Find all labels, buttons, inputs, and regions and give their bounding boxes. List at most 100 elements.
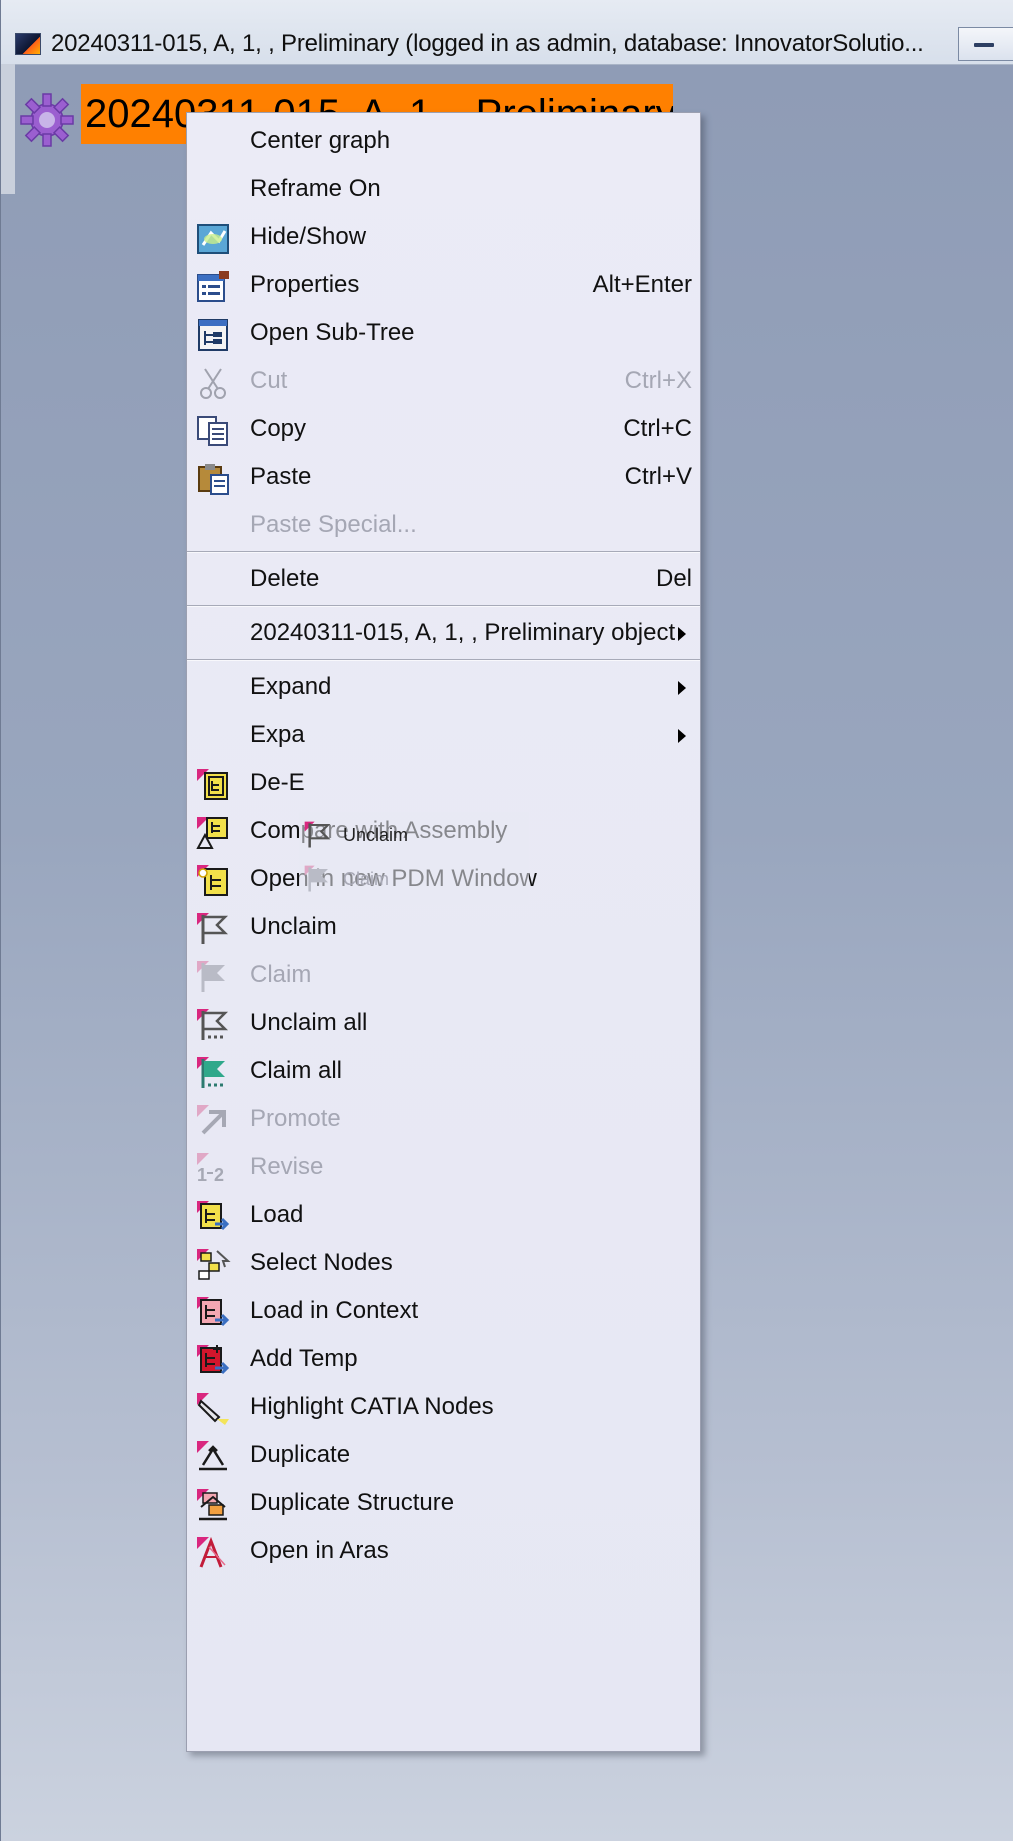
menu-item-label: Revise — [250, 1153, 324, 1180]
submenu-arrow-icon — [678, 729, 686, 743]
menu-item-select-nodes[interactable]: Select Nodes — [187, 1237, 700, 1291]
title-bar[interactable]: 20240311-015, A, 1, , Preliminary (logge… — [1, 0, 1013, 65]
menu-item-shortcut: Ctrl+C — [623, 415, 692, 442]
unclaim-all-flag-icon — [195, 1007, 231, 1043]
sub-tree-icon — [195, 317, 231, 353]
menu-separator — [187, 659, 700, 661]
menu-item-label: Properties — [250, 271, 360, 298]
add-temp-icon — [195, 1343, 231, 1379]
menu-item-label: Open in Aras — [250, 1537, 389, 1564]
aras-icon — [195, 1535, 231, 1571]
menu-item-label: Reframe On — [250, 175, 381, 202]
window-title: 20240311-015, A, 1, , Preliminary (logge… — [51, 30, 924, 57]
menu-item-label: Delete — [250, 565, 320, 592]
menu-item-label: Promote — [250, 1105, 341, 1132]
menu-item-shortcut: Ctrl+X — [624, 367, 692, 394]
duplicate-icon — [195, 1439, 231, 1475]
menu-item-promote: Promote — [187, 1093, 700, 1147]
unclaim-flag-icon — [195, 911, 231, 947]
revise-icon: 12 — [195, 1151, 231, 1187]
menu-item-label: Load — [250, 1201, 304, 1228]
ghost-submenu: Unclaim Claim — [299, 812, 529, 904]
menu-item-label: Hide/Show — [250, 223, 367, 250]
duplicate-structure-icon — [195, 1487, 231, 1523]
menu-item-expa[interactable]: Expa — [187, 709, 700, 763]
load-context-icon — [195, 1295, 231, 1331]
context-menu: Center graph Reframe On Hide/Show Propertie… — [186, 112, 701, 1752]
menu-item-cut: Cut Ctrl+X — [187, 355, 700, 409]
minimize-button[interactable] — [958, 27, 1013, 61]
compare-assembly-icon — [195, 815, 231, 851]
menu-item-paste[interactable]: Paste Ctrl+V — [187, 451, 700, 505]
claim-flag-icon — [195, 959, 231, 995]
menu-item-add-temp[interactable]: Add Temp — [187, 1333, 700, 1387]
menu-item-label: Claim all — [250, 1057, 343, 1084]
menu-item-label: Unclaim all — [250, 1009, 368, 1036]
menu-item-shortcut: Ctrl+V — [624, 463, 692, 490]
unclaim-flag-icon — [303, 820, 333, 850]
svg-text:2: 2 — [214, 1165, 224, 1185]
paste-icon — [195, 461, 231, 497]
menu-item-label: Duplicate Structure — [250, 1489, 455, 1516]
gear-icon[interactable] — [19, 92, 75, 148]
properties-icon — [195, 269, 231, 305]
menu-item-label: Paste Special... — [250, 511, 417, 538]
menu-item-shortcut: Alt+Enter — [592, 271, 692, 298]
menu-item-unclaim-all[interactable]: Unclaim all — [187, 997, 700, 1051]
minimize-icon — [974, 43, 994, 47]
menu-item-label: 20240311-015, A, 1, , Preliminary object — [250, 619, 676, 646]
highlighter-icon — [195, 1391, 231, 1427]
menu-item-label: Duplicate — [250, 1441, 351, 1468]
scissors-icon — [195, 365, 231, 401]
pdm-graph-window: 20240311-015, A, 1, , Preliminary (logge… — [0, 0, 1013, 1841]
menu-item-unclaim[interactable]: Unclaim — [187, 901, 700, 955]
menu-item-load-in-context[interactable]: Load in Context — [187, 1285, 700, 1339]
menu-item-highlight-catia-nodes[interactable]: Highlight CATIA Nodes — [187, 1381, 700, 1435]
select-nodes-icon — [195, 1247, 231, 1283]
menu-item-open-sub-tree[interactable]: Open Sub-Tree — [187, 307, 700, 361]
promote-arrow-icon — [195, 1103, 231, 1139]
menu-separator — [187, 551, 700, 553]
menu-item-hide-show[interactable]: Hide/Show — [187, 211, 700, 265]
menu-item-label: Highlight CATIA Nodes — [250, 1393, 494, 1420]
menu-item-label: Select Nodes — [250, 1249, 393, 1276]
menu-item-claim-all[interactable]: Claim all — [187, 1045, 700, 1099]
menu-item-label: Expa — [250, 721, 305, 748]
hide-show-icon — [195, 221, 231, 257]
submenu-arrow-icon — [678, 681, 686, 695]
menu-item-open-in-aras[interactable]: Open in Aras — [187, 1525, 700, 1579]
menu-separator — [187, 605, 700, 607]
menu-item-20240311-015-a-1-preliminary-object[interactable]: 20240311-015, A, 1, , Preliminary object — [187, 607, 700, 661]
ghost-submenu-label: Unclaim — [343, 825, 409, 845]
menu-item-label: Paste — [250, 463, 312, 490]
copy-icon — [195, 413, 231, 449]
menu-item-duplicate[interactable]: Duplicate — [187, 1429, 700, 1483]
submenu-arrow-icon — [678, 627, 686, 641]
menu-item-duplicate-structure[interactable]: Duplicate Structure — [187, 1477, 700, 1531]
menu-item-delete[interactable]: Delete Del — [187, 553, 700, 607]
menu-item-center-graph[interactable]: Center graph — [187, 115, 700, 169]
left-edge-panel — [1, 64, 15, 194]
menu-item-expand[interactable]: Expand — [187, 661, 700, 715]
menu-item-label: De-E — [250, 769, 305, 796]
de-expand-icon — [195, 767, 231, 803]
menu-item-label: Unclaim — [250, 913, 337, 940]
menu-item-label: Add Temp — [250, 1345, 358, 1372]
app-icon — [15, 33, 41, 55]
menu-item-copy[interactable]: Copy Ctrl+C — [187, 403, 700, 457]
ghost-submenu-item-unclaim[interactable]: Unclaim — [299, 816, 529, 856]
menu-item-claim: Claim — [187, 949, 700, 1003]
menu-item-label: Expand — [250, 673, 332, 700]
menu-item-label: Copy — [250, 415, 307, 442]
menu-item-de-e[interactable]: De-E — [187, 757, 700, 811]
menu-item-label: Open Sub-Tree — [250, 319, 415, 346]
menu-item-label: Claim — [250, 961, 312, 988]
menu-item-properties[interactable]: Properties Alt+Enter — [187, 259, 700, 313]
load-icon — [195, 1199, 231, 1235]
claim-all-flag-icon — [195, 1055, 231, 1091]
menu-item-revise: 1 2 Revise — [187, 1141, 700, 1195]
menu-item-load[interactable]: Load — [187, 1189, 700, 1243]
ghost-submenu-label: Claim — [343, 869, 390, 889]
menu-item-reframe-on[interactable]: Reframe On — [187, 163, 700, 217]
ghost-submenu-item-claim: Claim — [299, 860, 529, 900]
